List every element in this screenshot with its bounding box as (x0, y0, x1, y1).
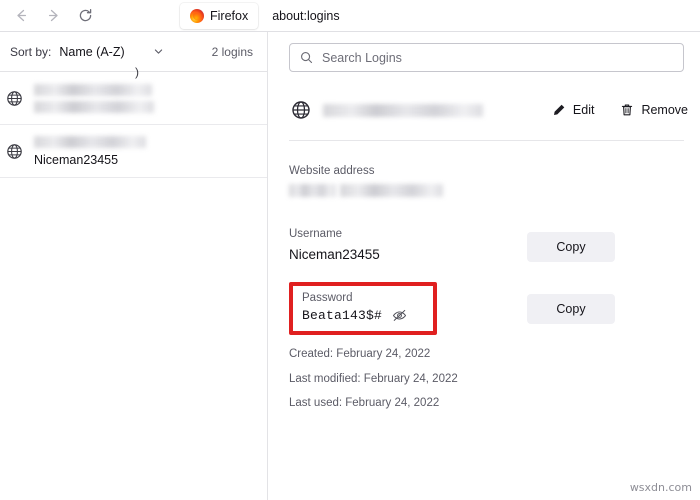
tab-label: Firefox (210, 8, 249, 23)
arrow-right-icon (48, 9, 58, 22)
globe-icon (6, 143, 23, 160)
list-item[interactable]: ) (0, 65, 267, 125)
remove-label: Remove (641, 103, 688, 117)
username-label: Username (289, 228, 343, 240)
password-field: Password Beata143$# Copy (269, 282, 700, 335)
trash-icon (620, 103, 634, 117)
website-address-field: Website address (269, 165, 700, 197)
redacted-url-part (289, 184, 336, 197)
redacted-username (34, 100, 154, 113)
watermark: wsxdn.com (629, 481, 692, 494)
copy-password-button[interactable]: Copy (527, 293, 615, 324)
search-container: Search Logins (269, 32, 700, 72)
tab-firefox[interactable]: Firefox (180, 2, 259, 29)
login-list: ) Niceman23455 (0, 65, 267, 178)
forward-button[interactable] (38, 3, 68, 29)
list-item[interactable]: Niceman23455 (0, 125, 267, 178)
remove-button[interactable]: Remove (620, 103, 688, 117)
edit-label: Edit (572, 103, 595, 117)
username-field: Username Niceman23455 Copy (269, 228, 700, 262)
created-date: Created: February 24, 2022 (289, 348, 431, 360)
password-label: Password (302, 292, 353, 304)
password-value: Beata143$# (302, 308, 383, 323)
reload-button[interactable] (70, 3, 100, 29)
password-highlight-box: Password Beata143$# (289, 282, 437, 335)
back-button[interactable] (6, 3, 36, 29)
sort-bar: Sort by: Name (A-Z) 2 logins (0, 32, 267, 72)
login-count-label: 2 logins (211, 44, 253, 59)
browser-toolbar: Firefox about:logins (0, 0, 700, 31)
address-bar-url[interactable]: about:logins (272, 9, 339, 23)
search-placeholder: Search Logins (322, 50, 402, 65)
detail-header: Edit Remove (269, 72, 700, 120)
sort-select[interactable]: Name (A-Z) (59, 45, 163, 59)
search-input[interactable]: Search Logins (289, 43, 684, 72)
website-address-label: Website address (289, 165, 375, 177)
redacted-url-part (340, 184, 443, 197)
firefox-logo-icon (190, 8, 204, 23)
header-divider (289, 140, 684, 141)
redacted-site-name (34, 83, 152, 96)
sort-select-value: Name (A-Z) (59, 44, 125, 59)
search-icon (300, 51, 313, 64)
username-value: Niceman23455 (289, 247, 380, 262)
trailing-character: ) (135, 65, 139, 79)
tab-strip: Firefox about:logins (180, 2, 340, 29)
copy-username-button[interactable]: Copy (527, 232, 615, 262)
website-address-value (289, 184, 680, 197)
arrow-left-icon (16, 9, 26, 22)
edit-button[interactable]: Edit (552, 103, 595, 117)
metadata-list: Created: February 24, 2022 Last modified… (269, 348, 700, 410)
eye-slash-icon[interactable] (392, 308, 407, 323)
globe-icon (291, 100, 311, 120)
header-actions: Edit Remove (552, 103, 688, 117)
detail-title (323, 103, 483, 117)
redacted-site-name (34, 135, 146, 148)
navigation-buttons (0, 3, 100, 29)
last-modified-date: Last modified: February 24, 2022 (289, 372, 458, 385)
reload-icon (79, 8, 91, 22)
list-item-text (34, 83, 154, 113)
chevron-down-icon (153, 46, 164, 57)
redacted-title (323, 103, 483, 117)
username-field-text: Username Niceman23455 (289, 228, 380, 262)
list-item-username: Niceman23455 (34, 152, 119, 167)
sort-by-label: Sort by: (10, 44, 52, 59)
last-used-date: Last used: February 24, 2022 (289, 397, 440, 409)
globe-icon (6, 90, 23, 107)
login-detail-pane: Search Logins Edit Remove Website addres… (269, 32, 700, 500)
logins-sidebar: Sort by: Name (A-Z) 2 logins) Niceman23… (0, 32, 268, 500)
about-logins-page: Sort by: Name (A-Z) 2 logins) Niceman23… (0, 32, 700, 500)
password-value-row: Beata143$# (302, 308, 421, 323)
list-item-text: Niceman23455 (34, 135, 146, 167)
pencil-icon (552, 103, 566, 117)
